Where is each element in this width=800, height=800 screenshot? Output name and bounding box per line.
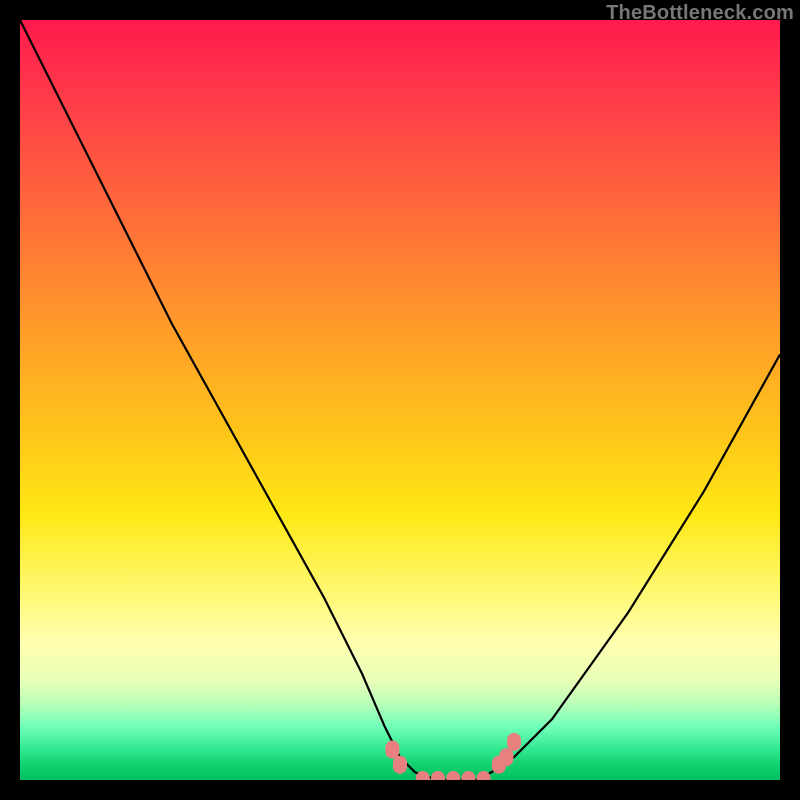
valley-marker <box>477 771 491 780</box>
valley-marker <box>446 771 460 780</box>
plot-area <box>20 20 780 780</box>
curve-layer <box>20 20 780 780</box>
watermark-text: TheBottleneck.com <box>606 2 794 25</box>
valley-marker <box>431 771 445 780</box>
valley-marker <box>393 756 407 774</box>
valley-markers <box>385 733 521 780</box>
valley-marker <box>499 748 513 766</box>
valley-marker <box>461 771 475 780</box>
valley-marker <box>385 741 399 759</box>
bottleneck-curve <box>20 20 780 780</box>
chart-frame: TheBottleneck.com <box>0 0 800 800</box>
valley-marker <box>507 733 521 751</box>
